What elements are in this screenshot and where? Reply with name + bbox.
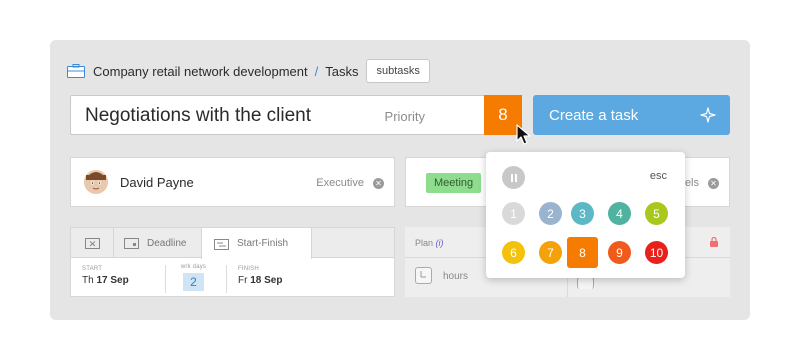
divider [226,265,227,293]
tab-start-finish[interactable]: Start-Finish [201,228,312,259]
plan-hours[interactable]: hours [443,271,468,282]
tab-deadline[interactable]: Deadline [113,228,201,258]
close-calendar-icon [84,238,100,249]
priority-option-9[interactable]: 9 [608,241,631,264]
dates-tab-bar: Deadline Start-Finish [71,228,394,259]
priority-option-5[interactable]: 5 [645,202,668,225]
priority-label: Priority [384,109,425,124]
breadcrumb-tasks[interactable]: Tasks [325,64,358,79]
clock-icon [415,267,432,284]
start-date-field[interactable]: START Th 17 Sep [82,266,129,286]
tab-deadline-label: Deadline [147,237,187,249]
task-title-input[interactable]: Negotiations with the client Priority [70,95,485,135]
clock-icon [577,277,594,289]
finish-date-field[interactable]: FINISH Fr 18 Sep [238,266,282,286]
subtasks-button[interactable]: subtasks [366,59,430,83]
finish-caption: FINISH [238,266,259,272]
workdays-field[interactable]: wrk days 2 [178,264,209,291]
calendar-icon [124,238,139,249]
finish-day: Fr [238,275,248,286]
workdays-caption: wrk days [180,264,207,270]
plan-label: Plan (i) [415,238,444,248]
breadcrumb: Company retail network development / Tas… [67,59,430,83]
sparkle-icon [700,107,716,123]
create-task-button[interactable]: Create a task [533,95,730,135]
priority-option-2[interactable]: 2 [539,202,562,225]
meeting-tag[interactable]: Meeting [426,173,482,193]
priority-option-8[interactable]: 8 [567,237,598,268]
priority-option-3[interactable]: 3 [571,202,594,225]
create-task-label: Create a task [549,106,639,124]
briefcase-icon [67,64,85,78]
priority-option-7[interactable]: 7 [539,241,562,264]
info-icon[interactable]: (i) [436,238,444,248]
remove-executive-icon[interactable]: ✕ [373,178,384,189]
tab-no-date[interactable] [71,228,113,258]
start-caption: START [82,266,103,272]
timeline-icon [214,238,229,250]
start-date: 17 Sep [96,275,129,286]
priority-popup: esc 1 2 3 4 5 6 7 8 9 10 [486,152,685,278]
labels-text: els [684,177,699,189]
lock-icon[interactable] [709,237,719,247]
mouse-cursor-icon [516,124,531,145]
esc-button[interactable]: esc [650,170,667,182]
remove-labels-icon[interactable]: ✕ [708,178,719,189]
task-title: Negotiations with the client [85,105,312,126]
executive-card[interactable]: David Payne Executive ✕ [70,157,395,207]
avatar [84,170,108,194]
workdays-value: 2 [183,273,204,291]
finish-date: 18 Sep [250,275,283,286]
breadcrumb-project[interactable]: Company retail network development [93,64,308,79]
priority-option-6[interactable]: 6 [502,241,525,264]
priority-option-1[interactable]: 1 [502,202,525,225]
executive-name: David Payne [120,175,194,190]
breadcrumb-separator: / [314,63,319,79]
executive-role: Executive [316,177,364,189]
dates-card: Deadline Start-Finish START Th 17 Sep wr… [70,227,395,297]
start-day: Th [82,275,94,286]
priority-option-10[interactable]: 10 [645,241,668,264]
pause-icon[interactable] [502,166,525,189]
tab-start-finish-label: Start-Finish [237,238,289,249]
priority-option-4[interactable]: 4 [608,202,631,225]
divider [165,265,166,293]
